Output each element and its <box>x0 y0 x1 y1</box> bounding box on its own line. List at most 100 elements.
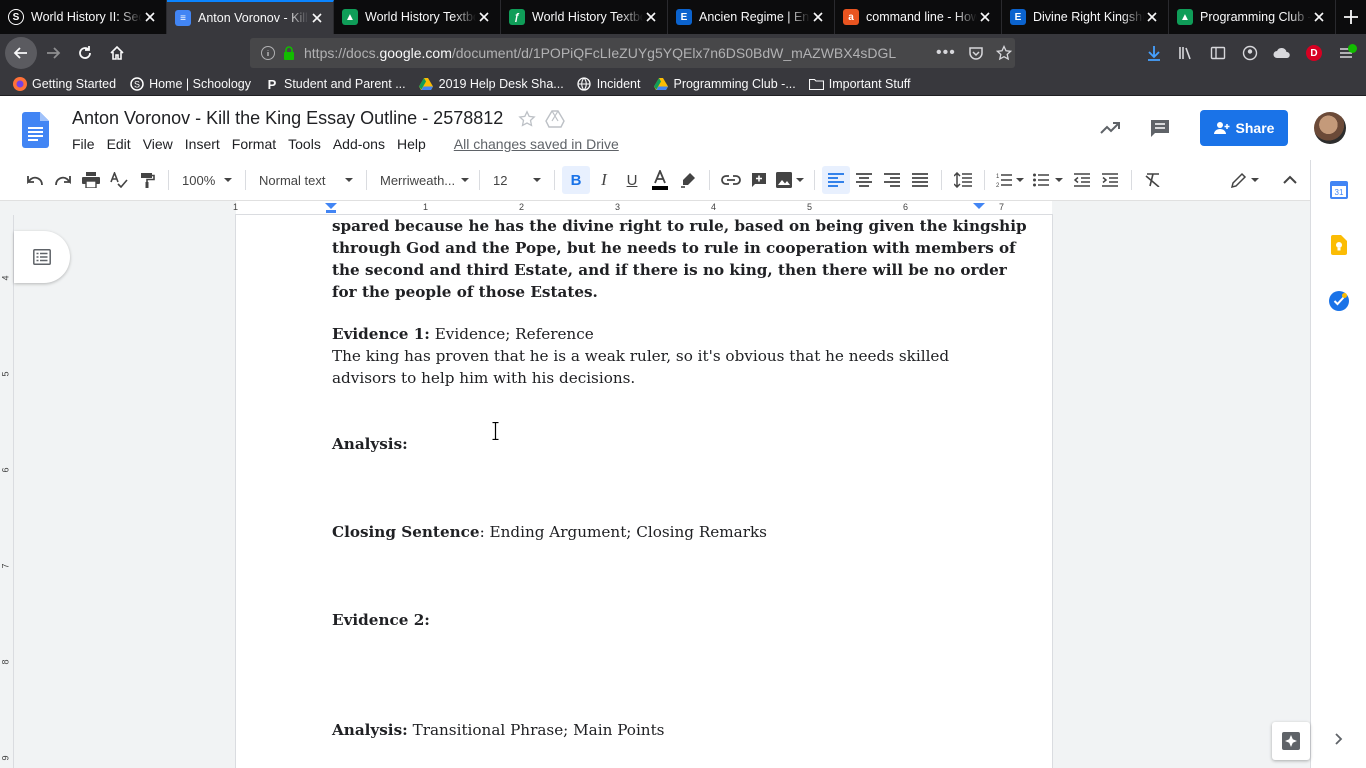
new-tab-button[interactable] <box>1336 0 1366 34</box>
menu-edit[interactable]: Edit <box>101 134 137 154</box>
document-title[interactable]: Anton Voronov - Kill the King Essay Outl… <box>72 108 503 129</box>
close-tab-icon[interactable] <box>977 9 993 25</box>
underline-button[interactable]: U <box>618 166 646 194</box>
bookmark-item[interactable]: Getting Started <box>12 76 116 91</box>
font-select[interactable]: Merriweath... <box>374 166 472 194</box>
browser-tab[interactable]: ▲ Programming Club - <box>1169 0 1336 34</box>
editing-mode-button[interactable] <box>1226 166 1264 194</box>
sidebar-button[interactable] <box>1202 34 1234 72</box>
align-right-button[interactable] <box>878 166 906 194</box>
close-tab-icon[interactable] <box>309 10 325 26</box>
forward-button[interactable] <box>37 37 69 69</box>
increase-indent-button[interactable] <box>1096 166 1124 194</box>
bookmark-item[interactable]: 2019 Help Desk Sha... <box>419 76 564 91</box>
browser-tab[interactable]: ▲ World History Textbo <box>334 0 501 34</box>
reload-button[interactable] <box>69 37 101 69</box>
url-bar[interactable]: https://docs.google.com/document/d/1POPi… <box>250 38 1015 68</box>
close-tab-icon[interactable] <box>476 9 492 25</box>
explore-button[interactable] <box>1272 722 1310 760</box>
undo-button[interactable] <box>21 166 49 194</box>
bulleted-list-button[interactable] <box>1028 166 1068 194</box>
move-to-folder-button[interactable] <box>544 108 566 130</box>
bookmark-item[interactable]: P Student and Parent ... <box>264 76 405 91</box>
browser-tab[interactable]: S World History II: Sec <box>0 0 167 34</box>
browser-tab[interactable]: a command line - How <box>835 0 1002 34</box>
close-tab-icon[interactable] <box>810 9 826 25</box>
home-button[interactable] <box>101 37 133 69</box>
star-outline-icon <box>518 110 536 127</box>
numbered-list-icon: 12 <box>996 174 1012 188</box>
menu-help[interactable]: Help <box>391 134 432 154</box>
insert-link-button[interactable] <box>717 166 745 194</box>
text-color-button[interactable] <box>646 166 674 194</box>
downloads-button[interactable] <box>1138 34 1170 72</box>
keep-button[interactable] <box>1328 234 1350 256</box>
pocket-icon[interactable] <box>968 45 984 61</box>
star-icon[interactable] <box>995 45 1012 61</box>
account-button[interactable] <box>1234 34 1266 72</box>
redo-button[interactable] <box>49 166 77 194</box>
decrease-indent-button[interactable] <box>1068 166 1096 194</box>
document-page[interactable]: spared because he has the divine right t… <box>236 215 1052 768</box>
close-tab-icon[interactable] <box>1144 9 1160 25</box>
insert-comment-button[interactable] <box>745 166 773 194</box>
menu-tools[interactable]: Tools <box>282 134 327 154</box>
zoom-select[interactable]: 100% <box>176 166 238 194</box>
italic-button[interactable]: I <box>590 166 618 194</box>
browser-tab[interactable]: E Ancien Regime | Enc <box>668 0 835 34</box>
right-indent-marker-icon[interactable] <box>973 203 985 211</box>
font-size-select[interactable]: 12 <box>487 166 547 194</box>
bookmark-item[interactable]: Important Stuff <box>808 76 911 91</box>
analysis-2-label: Analysis: <box>332 721 408 739</box>
menu-add-ons[interactable]: Add-ons <box>327 134 391 154</box>
menu-format[interactable]: Format <box>226 134 282 154</box>
menu-view[interactable]: View <box>137 134 179 154</box>
highlight-color-button[interactable] <box>674 166 702 194</box>
numbered-list-button[interactable]: 12 <box>992 166 1028 194</box>
comments-button[interactable] <box>1142 110 1178 146</box>
extension-button[interactable] <box>1266 34 1298 72</box>
paint-format-button[interactable] <box>133 166 161 194</box>
star-document-button[interactable] <box>516 108 538 130</box>
calendar-button[interactable]: 31 <box>1328 179 1350 201</box>
document-outline-button[interactable] <box>14 231 70 283</box>
browser-tab[interactable]: ≡ Anton Voronov - Kill <box>167 0 334 34</box>
menu-insert[interactable]: Insert <box>179 134 226 154</box>
bookmark-item[interactable]: S Home | Schoology <box>129 76 251 91</box>
bold-button[interactable]: B <box>562 166 590 194</box>
justify-button[interactable] <box>906 166 934 194</box>
library-button[interactable] <box>1170 34 1202 72</box>
align-left-button[interactable] <box>822 166 850 194</box>
browser-tab[interactable]: E Divine Right Kingshi <box>1002 0 1169 34</box>
avatar[interactable] <box>1314 112 1346 144</box>
close-tab-icon[interactable] <box>142 9 158 25</box>
close-tab-icon[interactable] <box>1311 9 1327 25</box>
print-button[interactable] <box>77 166 105 194</box>
line-spacing-button[interactable] <box>949 166 977 194</box>
activity-dashboard-button[interactable] <box>1092 110 1128 146</box>
ruler-number: 4 <box>711 202 717 212</box>
left-indent-marker-icon[interactable] <box>325 203 337 213</box>
docs-logo-icon[interactable] <box>22 112 49 148</box>
menu-file[interactable]: File <box>66 134 101 154</box>
menu-button[interactable] <box>1330 34 1362 72</box>
vertical-ruler[interactable]: 4 5 6 7 8 9 <box>0 215 14 768</box>
page-actions-icon[interactable]: ••• <box>936 44 956 62</box>
align-center-button[interactable] <box>850 166 878 194</box>
paragraph-style-select[interactable]: Normal text <box>253 166 359 194</box>
tasks-button[interactable] <box>1328 290 1350 312</box>
clear-formatting-button[interactable] <box>1139 166 1167 194</box>
back-button[interactable] <box>5 37 37 69</box>
hide-menus-button[interactable] <box>1276 166 1304 194</box>
share-button[interactable]: Share <box>1200 110 1288 146</box>
save-status[interactable]: All changes saved in Drive <box>448 134 625 154</box>
horizontal-ruler[interactable]: 1 1 2 3 4 5 6 7 <box>233 201 1052 215</box>
bookmark-item[interactable]: Incident <box>577 76 640 91</box>
insert-image-button[interactable] <box>773 166 807 194</box>
bookmark-item[interactable]: Programming Club -... <box>653 76 796 91</box>
expand-side-panel-button[interactable] <box>1328 728 1350 750</box>
browser-tab[interactable]: ƒ World History Textbo <box>501 0 668 34</box>
spellcheck-button[interactable] <box>105 166 133 194</box>
close-tab-icon[interactable] <box>643 9 659 25</box>
profile-button[interactable]: D <box>1298 34 1330 72</box>
